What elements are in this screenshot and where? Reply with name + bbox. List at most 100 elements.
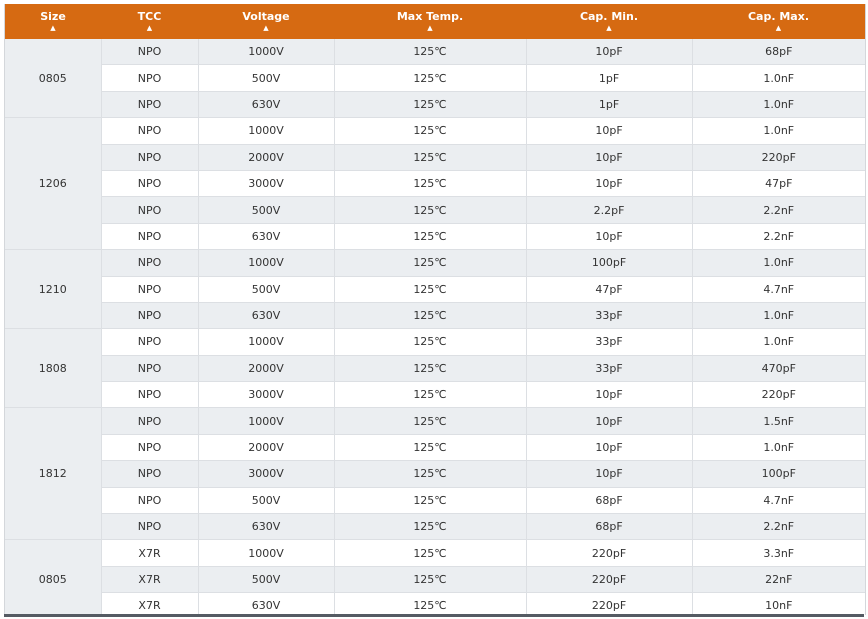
sort-up-icon[interactable]: ▲ xyxy=(101,24,198,33)
column-header-size[interactable]: Size ▲ xyxy=(5,4,101,39)
max-temp-cell: 125℃ xyxy=(334,170,527,198)
cap-min-cell: 220pF xyxy=(526,539,693,567)
tcc-cell: NPO xyxy=(101,117,199,145)
table-row: 0805 X7R 1000V 125℃ 220pF 3.3nF xyxy=(5,539,865,615)
voltage-cell: 500V xyxy=(198,276,335,303)
cap-min-cell: 2.2pF xyxy=(526,196,693,224)
cap-max-cell: 2.2nF xyxy=(692,196,865,224)
max-temp-cell: 125℃ xyxy=(334,434,527,462)
cap-max-cell: 220pF xyxy=(692,144,865,171)
cap-max-cell: 1.0nF xyxy=(692,328,865,356)
max-temp-cell: 125℃ xyxy=(334,302,527,330)
column-header-tcc[interactable]: TCC ▲ xyxy=(101,4,198,39)
capacitor-spec-table: Size ▲ TCC ▲ Voltage ▲ Max Temp. ▲ Cap. Min.… xyxy=(5,4,865,615)
size-cell: 0805 xyxy=(5,39,102,119)
table-row: 0805 NPO 1000V 125℃ 10pF 68pF xyxy=(5,39,865,119)
cap-min-cell: 10pF xyxy=(526,460,693,488)
column-header-label: Cap. Min. xyxy=(579,9,639,23)
cap-min-cell: 220pF xyxy=(526,592,693,615)
voltage-cell: 2000V xyxy=(198,144,335,171)
tcc-cell: X7R xyxy=(101,592,199,615)
cap-min-cell: 1pF xyxy=(526,91,693,119)
tcc-cell: NPO xyxy=(101,91,199,119)
voltage-cell: 500V xyxy=(198,196,335,224)
cap-min-cell: 68pF xyxy=(526,487,693,515)
tcc-cell: NPO xyxy=(101,170,199,198)
table-row: NPO 500V 125℃ 1pF 1.0nF xyxy=(5,64,865,92)
max-temp-cell: 125℃ xyxy=(334,381,527,409)
size-cell: 0805 xyxy=(5,539,102,615)
cap-max-cell: 3.3nF xyxy=(692,539,865,567)
tcc-cell: NPO xyxy=(101,144,199,171)
column-header-label: Max Temp. xyxy=(396,9,464,23)
size-cell: 1808 xyxy=(5,328,102,409)
cap-max-cell: 1.5nF xyxy=(692,407,865,435)
cap-max-cell: 100pF xyxy=(692,460,865,488)
sort-up-icon[interactable]: ▲ xyxy=(692,24,865,33)
max-temp-cell: 125℃ xyxy=(334,144,527,171)
cap-max-cell: 2.2nF xyxy=(692,223,865,251)
table-row: NPO 2000V 125℃ 10pF 220pF xyxy=(5,144,865,171)
cap-max-cell: 4.7nF xyxy=(692,276,865,303)
voltage-cell: 630V xyxy=(198,513,335,541)
cap-max-cell: 220pF xyxy=(692,381,865,409)
max-temp-cell: 125℃ xyxy=(334,460,527,488)
tcc-cell: NPO xyxy=(101,381,199,409)
tcc-cell: NPO xyxy=(101,196,199,224)
cap-max-cell: 4.7nF xyxy=(692,487,865,515)
size-cell: 1206 xyxy=(5,117,102,251)
cap-min-cell: 33pF xyxy=(526,302,693,330)
cap-min-cell: 10pF xyxy=(526,144,693,171)
tcc-cell: NPO xyxy=(101,487,199,515)
tcc-cell: NPO xyxy=(101,39,199,66)
cap-max-cell: 47pF xyxy=(692,170,865,198)
sort-up-icon[interactable]: ▲ xyxy=(334,24,526,33)
cap-min-cell: 33pF xyxy=(526,355,693,383)
max-temp-cell: 125℃ xyxy=(334,539,527,567)
max-temp-cell: 125℃ xyxy=(334,328,527,356)
sort-up-icon[interactable]: ▲ xyxy=(5,24,101,33)
voltage-cell: 630V xyxy=(198,592,335,615)
table-row: NPO 630V 125℃ 68pF 2.2nF xyxy=(5,513,865,541)
column-header-cap-min[interactable]: Cap. Min. ▲ xyxy=(526,4,692,39)
cap-max-cell: 470pF xyxy=(692,355,865,383)
tcc-cell: X7R xyxy=(101,539,199,567)
max-temp-cell: 125℃ xyxy=(334,487,527,515)
table-row: NPO 500V 125℃ 2.2pF 2.2nF xyxy=(5,196,865,224)
cap-max-cell: 1.0nF xyxy=(692,302,865,330)
sort-up-icon[interactable]: ▲ xyxy=(198,24,334,33)
horizontal-scrollbar[interactable] xyxy=(4,614,864,617)
sort-up-icon[interactable]: ▲ xyxy=(526,24,692,33)
table-header: Size ▲ TCC ▲ Voltage ▲ Max Temp. ▲ Cap. Min.… xyxy=(5,4,865,39)
max-temp-cell: 125℃ xyxy=(334,276,527,303)
cap-max-cell: 68pF xyxy=(692,39,865,66)
table-row: 1812 NPO 1000V 125℃ 10pF 1.5nF xyxy=(5,407,865,541)
tcc-cell: X7R xyxy=(101,566,199,594)
voltage-cell: 1000V xyxy=(198,117,335,145)
voltage-cell: 2000V xyxy=(198,355,335,383)
tcc-cell: NPO xyxy=(101,276,199,303)
column-header-voltage[interactable]: Voltage ▲ xyxy=(198,4,334,39)
cap-max-cell: 10nF xyxy=(692,592,865,615)
max-temp-cell: 125℃ xyxy=(334,117,527,145)
cap-min-cell: 10pF xyxy=(526,223,693,251)
voltage-cell: 1000V xyxy=(198,328,335,356)
column-header-label: Size xyxy=(40,9,66,23)
column-header-max-temp[interactable]: Max Temp. ▲ xyxy=(334,4,526,39)
table-row: X7R 630V 125℃ 220pF 10nF xyxy=(5,592,865,615)
cap-max-cell: 1.0nF xyxy=(692,64,865,92)
table-row: NPO 3000V 125℃ 10pF 100pF xyxy=(5,460,865,488)
tcc-cell: NPO xyxy=(101,434,199,462)
table-row: NPO 2000V 125℃ 10pF 1.0nF xyxy=(5,434,865,462)
voltage-cell: 1000V xyxy=(198,249,335,277)
column-header-cap-max[interactable]: Cap. Max. ▲ xyxy=(692,4,865,39)
table-row: X7R 500V 125℃ 220pF 22nF xyxy=(5,566,865,594)
table-row: NPO 630V 125℃ 33pF 1.0nF xyxy=(5,302,865,330)
table-row: 1210 NPO 1000V 125℃ 100pF 1.0nF xyxy=(5,249,865,330)
voltage-cell: 630V xyxy=(198,91,335,119)
cap-min-cell: 10pF xyxy=(526,407,693,435)
tcc-cell: NPO xyxy=(101,355,199,383)
max-temp-cell: 125℃ xyxy=(334,513,527,541)
table-row: 1206 NPO 1000V 125℃ 10pF 1.0nF xyxy=(5,117,865,251)
table-row: NPO 630V 125℃ 1pF 1.0nF xyxy=(5,91,865,119)
